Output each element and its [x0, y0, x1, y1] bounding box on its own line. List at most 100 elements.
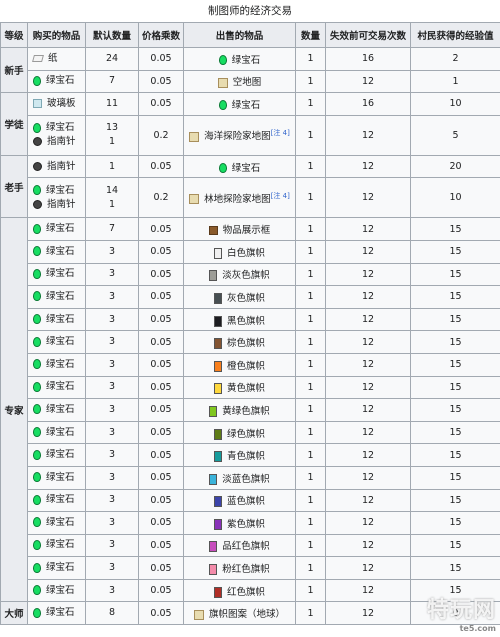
buy-item[interactable]: 纸 [32, 52, 83, 66]
buy-item[interactable]: 绿宝石 [33, 561, 83, 575]
price-multiplier-cell: 0.05 [138, 239, 184, 264]
sell-qty-cell: 1 [295, 375, 326, 400]
emerald-icon [33, 449, 41, 460]
villager-xp-cell: 10 [410, 92, 500, 116]
buy-item[interactable]: 绿宝石 [33, 267, 83, 281]
sell-item[interactable]: 红色旗帜 [213, 586, 265, 598]
table-row: 绿宝石 3 0.05 橙色旗帜 1 12 15 [1, 352, 500, 377]
sell-qty-cell: 1 [295, 443, 326, 467]
sell-item[interactable]: 白色旗帜 [213, 247, 265, 259]
max-uses-cell: 12 [325, 578, 411, 603]
buy-item-label: 绿宝石 [46, 539, 75, 551]
sell-item[interactable]: 橙色旗帜 [213, 360, 265, 372]
emerald-icon [33, 122, 41, 133]
sell-item[interactable]: 灰色旗帜 [213, 292, 265, 304]
sell-item-label: 黄色旗帜 [226, 383, 265, 395]
sell-item[interactable]: 品红色旗帜 [209, 541, 270, 553]
buy-item[interactable]: 绿宝石 [33, 380, 83, 394]
sell-item[interactable]: 棕色旗帜 [213, 338, 265, 350]
sell-item-label: 黑色旗帜 [226, 315, 265, 327]
buy-item-label: 绿宝石 [46, 122, 75, 134]
sell-item[interactable]: 旗帜图案（地球） [193, 609, 285, 620]
buy-item[interactable]: 绿宝石 [33, 313, 83, 327]
max-uses-cell: 12 [325, 285, 411, 309]
header-level: 等级 [0, 22, 28, 48]
sell-item[interactable]: 林地探险家地图[注 4] [189, 192, 290, 205]
buy-item-cell: 纸 [27, 47, 86, 71]
sell-qty-cell: 1 [295, 154, 326, 179]
sell-item[interactable]: 青色旗帜 [213, 451, 265, 463]
sell-item[interactable]: 绿色旗帜 [213, 428, 265, 440]
default-qty-cell: 1 [85, 154, 139, 179]
villager-xp-cell: 15 [410, 556, 500, 580]
footnote-link[interactable]: [注 4] [271, 129, 290, 137]
sell-qty-cell: 1 [295, 217, 326, 241]
sell-item[interactable]: 空地图 [217, 77, 261, 88]
buy-item[interactable]: 绿宝石 [33, 222, 83, 236]
table-caption: 制图师的经济交易 [0, 0, 500, 22]
purple-banner-icon [213, 518, 222, 530]
sell-item-cell: 林地探险家地图[注 4] [183, 177, 296, 219]
price-multiplier-cell: 0.05 [138, 307, 184, 332]
buy-item[interactable]: 绿宝石 [33, 335, 83, 349]
header-sell-qty: 数量 [295, 22, 326, 48]
sell-qty-cell: 1 [295, 114, 326, 156]
header-row: 等级 购买的物品 默认数量 价格乘数 出售的物品 数量 失效前可交易次数 村民获… [0, 22, 500, 48]
buy-item[interactable]: 绿宝石 [33, 493, 83, 507]
max-uses-cell: 12 [325, 556, 411, 580]
sell-item-label: 绿宝石 [231, 162, 261, 174]
emerald-icon [33, 223, 41, 234]
light-gray-banner-icon [209, 270, 218, 282]
sell-item[interactable]: 蓝色旗帜 [213, 496, 265, 508]
sell-item[interactable]: 黄色旗帜 [213, 383, 265, 395]
default-qty: 3 [108, 494, 116, 506]
buy-item[interactable]: 绿宝石 [33, 538, 83, 552]
price-multiplier-cell: 0.05 [138, 92, 184, 116]
sell-item[interactable]: 绿宝石 [218, 55, 260, 66]
buy-item[interactable]: 指南针 [33, 160, 83, 174]
buy-item[interactable]: 指南针 [33, 198, 83, 212]
sell-item[interactable]: 粉红色旗帜 [209, 564, 270, 576]
sell-item[interactable]: 黑色旗帜 [213, 315, 265, 327]
max-uses-cell: 12 [325, 330, 411, 354]
default-qty: 3 [108, 268, 116, 280]
buy-item[interactable]: 绿宝石 [33, 471, 83, 485]
price-multiplier-cell: 0.05 [138, 47, 184, 71]
buy-item-label: 绿宝石 [46, 268, 75, 280]
footnote-link[interactable]: [注 4] [271, 192, 290, 200]
header-buy-item: 购买的物品 [27, 22, 86, 48]
sell-item-label: 白色旗帜 [226, 247, 265, 259]
table-row: 老手 指南针 1 0.05 绿宝石 1 12 20 [0, 154, 500, 219]
buy-item[interactable]: 绿宝石 [33, 184, 83, 198]
buy-item[interactable]: 绿宝石 [33, 358, 83, 372]
buy-item-cell: 绿宝石 [27, 443, 86, 467]
sell-item[interactable]: 海洋探险家地图[注 4] [189, 129, 290, 142]
default-qty: 3 [108, 290, 116, 302]
buy-item[interactable]: 绿宝石 [33, 426, 83, 440]
buy-item[interactable]: 指南针 [33, 135, 83, 149]
buy-item[interactable]: 绿宝石 [33, 448, 83, 462]
emerald-icon [33, 291, 41, 302]
sell-item[interactable]: 淡蓝色旗帜 [209, 473, 270, 485]
sell-item[interactable]: 淡灰色旗帜 [209, 270, 270, 282]
sell-item[interactable]: 绿宝石 [218, 162, 261, 174]
max-uses-cell: 12 [325, 154, 411, 179]
default-qty: 3 [108, 584, 116, 596]
buy-item[interactable]: 绿宝石 [33, 403, 83, 417]
max-uses-cell: 12 [325, 533, 411, 558]
buy-item[interactable]: 绿宝石 [33, 606, 83, 620]
sell-item[interactable]: 绿宝石 [218, 100, 260, 111]
buy-item[interactable]: 玻璃板 [33, 97, 83, 111]
buy-item-label: 绿宝石 [46, 75, 75, 87]
buy-item[interactable]: 绿宝石 [33, 290, 83, 304]
buy-item[interactable]: 绿宝石 [33, 74, 83, 88]
villager-xp-cell: 15 [410, 217, 500, 241]
buy-item[interactable]: 绿宝石 [33, 516, 83, 530]
sell-item[interactable]: 黄绿色旗帜 [209, 405, 270, 417]
sell-item[interactable]: 物品展示框 [208, 225, 270, 236]
sell-item-label: 橙色旗帜 [226, 360, 265, 372]
sell-item[interactable]: 紫色旗帜 [213, 518, 265, 530]
buy-item[interactable]: 绿宝石 [33, 245, 83, 259]
buy-item[interactable]: 绿宝石 [33, 121, 83, 135]
buy-item[interactable]: 绿宝石 [33, 584, 83, 598]
